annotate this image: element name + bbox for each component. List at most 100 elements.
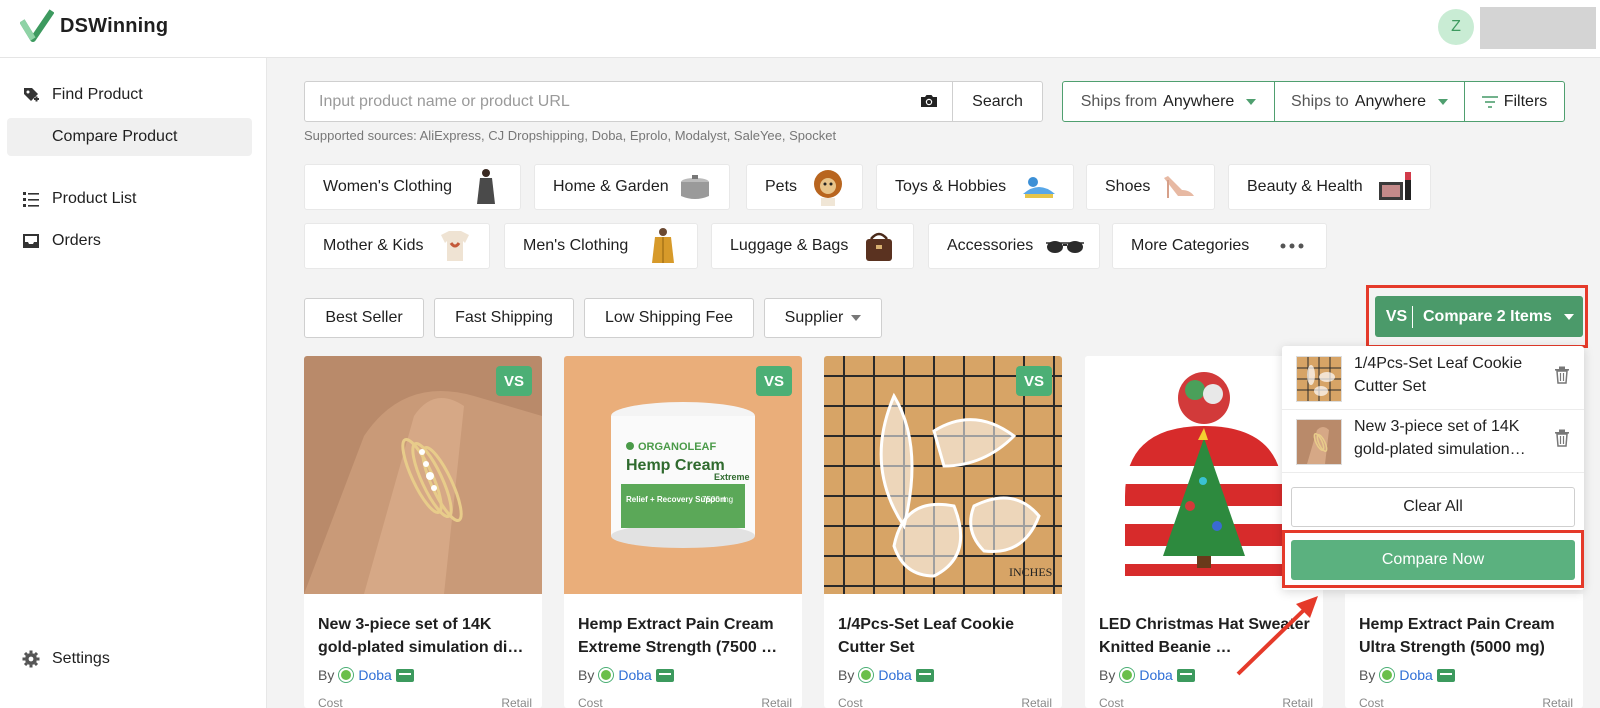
- compare-item-title: 1/4Pcs-Set Leaf Cookie Cutter Set: [1354, 355, 1523, 395]
- category-label: Shoes: [1105, 178, 1151, 195]
- ships-from-select[interactable]: Ships from Anywhere: [1063, 82, 1275, 121]
- sidebar-item-settings[interactable]: Settings: [22, 650, 110, 668]
- pot-icon: [675, 168, 715, 206]
- product-name-text: Hemp Cream: [626, 457, 725, 474]
- trash-icon[interactable]: [1554, 429, 1570, 452]
- category-mother-kids[interactable]: Mother & Kids: [304, 223, 490, 269]
- supplier-link[interactable]: Doba: [878, 667, 911, 683]
- supplier-logo-icon: [598, 667, 615, 683]
- product-supplier: By Doba: [1099, 667, 1195, 683]
- category-label: Mother & Kids: [323, 237, 424, 254]
- compare-list-item[interactable]: 1/4Pcs-Set Leaf Cookie Cutter Set: [1282, 346, 1584, 410]
- category-label: Accessories: [947, 237, 1034, 254]
- vs-label: VS: [1381, 305, 1413, 328]
- sidebar-item-find-product[interactable]: Find Product: [22, 86, 143, 104]
- gear-icon: [22, 650, 40, 668]
- compare-items-button[interactable]: VS Compare 2 Items: [1375, 296, 1583, 337]
- filters-label: Filters: [1503, 92, 1548, 110]
- toy-icon: [1019, 168, 1059, 206]
- supplier-logo-icon: [858, 667, 875, 683]
- kids-shirt-icon: [435, 227, 475, 265]
- bag-icon: [859, 227, 899, 265]
- clear-all-button[interactable]: Clear All: [1291, 487, 1575, 527]
- product-card[interactable]: INCHES VS 1/4Pcs-Set Leaf Cookie Cutter …: [824, 356, 1062, 708]
- sidebar-item-orders[interactable]: Orders: [22, 232, 101, 250]
- sidebar-item-product-list[interactable]: Product List: [22, 190, 136, 208]
- ships-to-select[interactable]: Ships to Anywhere: [1275, 82, 1465, 121]
- search-input[interactable]: [305, 82, 895, 121]
- product-card[interactable]: ORGANOLEAF Hemp Cream Extreme Relief + R…: [564, 356, 802, 708]
- cost-label: Cost: [578, 696, 603, 708]
- check-logo-icon: [20, 9, 54, 42]
- account-menu[interactable]: [1480, 7, 1596, 49]
- sidebar-item-label: Product List: [52, 190, 137, 207]
- product-card[interactable]: VS New 3-piece set of 14K gold-plated si…: [304, 356, 542, 708]
- filter-best-seller[interactable]: Best Seller: [304, 298, 424, 338]
- trash-icon[interactable]: [1554, 366, 1570, 389]
- payment-card-icon: [1176, 668, 1195, 682]
- chevron-down-icon: [1563, 313, 1574, 320]
- filter-fast-shipping[interactable]: Fast Shipping: [434, 298, 574, 338]
- supplier-dropdown[interactable]: Supplier: [764, 298, 882, 338]
- search-field: [304, 81, 953, 122]
- camera-icon[interactable]: [920, 93, 938, 114]
- category-accessories[interactable]: Accessories: [928, 223, 1100, 269]
- sidebar-item-compare-product[interactable]: Compare Product: [7, 118, 252, 156]
- filters-button[interactable]: Filters: [1465, 82, 1564, 121]
- category-shoes[interactable]: Shoes: [1086, 164, 1215, 210]
- category-mens-clothing[interactable]: Men's Clothing: [504, 223, 698, 269]
- product-title[interactable]: Hemp Extract Pain Cream Extreme Strength…: [578, 613, 790, 659]
- ships-from-value: Anywhere: [1163, 92, 1235, 110]
- by-label: By: [1359, 667, 1376, 683]
- category-luggage-bags[interactable]: Luggage & Bags: [711, 223, 914, 269]
- retail-label: Retail: [1542, 696, 1573, 708]
- product-image-cookie-cutter: INCHES VS: [824, 356, 1062, 594]
- retail-label: Retail: [761, 696, 792, 708]
- product-title[interactable]: 1/4Pcs-Set Leaf Cookie Cutter Set: [838, 613, 1050, 659]
- retail-label: Retail: [501, 696, 532, 708]
- category-womens-clothing[interactable]: Women's Clothing: [304, 164, 521, 210]
- payment-card-icon: [1436, 668, 1455, 682]
- more-dots-icon: [1272, 227, 1312, 265]
- shipping-filter-group: Ships from Anywhere Ships to Anywhere Fi…: [1062, 81, 1565, 122]
- sidebar-item-label: Compare Product: [52, 128, 178, 145]
- category-label: Toys & Hobbies: [895, 178, 1007, 195]
- category-beauty-health[interactable]: Beauty & Health: [1228, 164, 1431, 210]
- strength-text: 7500 mg: [702, 495, 733, 504]
- vs-compare-badge[interactable]: VS: [496, 366, 532, 396]
- category-toys-hobbies[interactable]: Toys & Hobbies: [876, 164, 1074, 210]
- compare-now-button[interactable]: Compare Now: [1291, 540, 1575, 580]
- supplier-link[interactable]: Doba: [618, 667, 651, 683]
- compare-list-item[interactable]: New 3-piece set of 14K gold-plated simul…: [1282, 409, 1584, 473]
- category-more-categories[interactable]: More Categories: [1112, 223, 1327, 269]
- search-button[interactable]: Search: [952, 81, 1043, 122]
- vs-compare-badge[interactable]: VS: [756, 366, 792, 396]
- compare-items-label: Compare 2 Items: [1423, 307, 1552, 325]
- supplier-link[interactable]: Doba: [358, 667, 391, 683]
- by-label: By: [578, 667, 595, 683]
- chevron-down-icon: [851, 315, 862, 321]
- by-label: By: [1099, 667, 1116, 683]
- jacket-icon: [643, 227, 683, 265]
- avatar[interactable]: Z: [1438, 9, 1474, 45]
- payment-card-icon: [395, 668, 414, 682]
- category-label: Luggage & Bags: [730, 237, 849, 254]
- category-pets[interactable]: Pets: [746, 164, 863, 210]
- supplier-label: Supplier: [784, 309, 844, 326]
- product-title[interactable]: Hemp Extract Pain Cream Ultra Strength (…: [1359, 613, 1571, 659]
- filter-icon: [1481, 95, 1498, 108]
- supplier-link[interactable]: Doba: [1139, 667, 1172, 683]
- compare-item-thumbnail: [1296, 419, 1342, 465]
- cost-label: Cost: [1099, 696, 1124, 708]
- retail-label: Retail: [1282, 696, 1313, 708]
- by-label: By: [838, 667, 855, 683]
- category-label: Beauty & Health: [1247, 178, 1363, 195]
- find-product-icon: [22, 86, 40, 104]
- filter-low-shipping-fee[interactable]: Low Shipping Fee: [584, 298, 754, 338]
- product-supplier: By Doba: [1359, 667, 1455, 683]
- category-home-garden[interactable]: Home & Garden: [534, 164, 730, 210]
- app-logo[interactable]: DSWinning: [20, 9, 168, 43]
- supplier-link[interactable]: Doba: [1399, 667, 1432, 683]
- product-title[interactable]: New 3-piece set of 14K gold-plated simul…: [318, 613, 530, 659]
- vs-compare-badge[interactable]: VS: [1016, 366, 1052, 396]
